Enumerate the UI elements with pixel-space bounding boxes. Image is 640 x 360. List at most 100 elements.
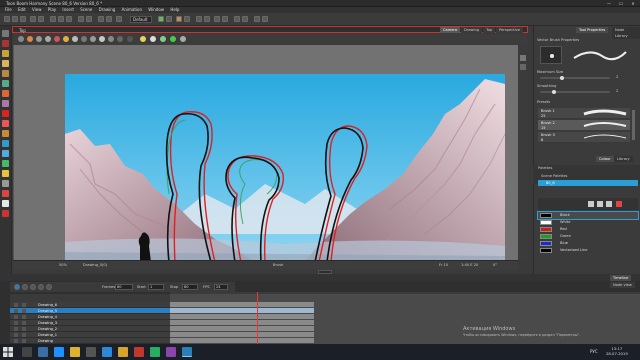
edge-icon[interactable] bbox=[54, 347, 64, 357]
new-scene-icon[interactable] bbox=[4, 16, 10, 22]
reference-tool-icon[interactable] bbox=[2, 210, 9, 217]
view-onion-icon[interactable] bbox=[140, 36, 146, 42]
start-icon[interactable] bbox=[2, 346, 14, 358]
import-icon[interactable] bbox=[78, 16, 84, 22]
layer-visibility-icon[interactable] bbox=[14, 321, 18, 325]
playback-icon[interactable] bbox=[254, 16, 260, 22]
layer-lock-icon[interactable] bbox=[22, 333, 26, 337]
layer-visibility-icon[interactable] bbox=[14, 303, 18, 307]
app-icon[interactable] bbox=[118, 347, 128, 357]
layer-visibility-icon[interactable] bbox=[14, 339, 18, 343]
tab-tool-properties[interactable]: Tool Properties bbox=[576, 27, 609, 33]
stop-field[interactable]: 60 bbox=[182, 284, 198, 290]
export-icon[interactable] bbox=[86, 16, 92, 22]
close-button[interactable]: ✕ bbox=[628, 1, 638, 6]
brush-tool-icon[interactable] bbox=[2, 50, 9, 57]
tab-node-library[interactable]: Node Library bbox=[612, 27, 640, 39]
app-icon[interactable] bbox=[134, 347, 144, 357]
view-contour-icon[interactable] bbox=[127, 36, 133, 42]
view-eraser-icon[interactable] bbox=[45, 36, 51, 42]
layer-lock-icon[interactable] bbox=[22, 315, 26, 319]
undo-icon[interactable] bbox=[30, 16, 36, 22]
layer-exposure[interactable] bbox=[170, 302, 314, 307]
layer-exposure[interactable] bbox=[170, 320, 314, 325]
playhead[interactable] bbox=[257, 292, 258, 344]
view-reset-icon[interactable] bbox=[520, 55, 526, 61]
palette-item[interactable]: 80_6 bbox=[538, 180, 638, 186]
loop-icon[interactable] bbox=[262, 16, 268, 22]
layer-lock-icon[interactable] bbox=[22, 303, 26, 307]
colour-swatch-row[interactable]: Black bbox=[537, 211, 639, 220]
paste-icon[interactable] bbox=[66, 16, 72, 22]
toon-boom-icon[interactable] bbox=[182, 347, 192, 357]
tab-perspective[interactable]: Perspective bbox=[496, 27, 523, 33]
rectangle-tool-icon[interactable] bbox=[2, 100, 9, 107]
eraser-tool-icon[interactable] bbox=[2, 80, 9, 87]
open-scene-icon[interactable] bbox=[12, 16, 18, 22]
zoom-level[interactable]: 50% bbox=[59, 263, 67, 267]
layer-exposure[interactable] bbox=[170, 314, 314, 319]
dropper-tool-icon[interactable] bbox=[2, 140, 9, 147]
cut-icon[interactable] bbox=[50, 16, 56, 22]
workspace-select[interactable]: Default bbox=[130, 16, 152, 23]
remove-colour-icon[interactable] bbox=[597, 201, 603, 207]
view-line-icon[interactable] bbox=[81, 36, 87, 42]
view-brush-icon[interactable] bbox=[27, 36, 33, 42]
tab-colour[interactable]: Colour bbox=[596, 156, 614, 162]
snap-icon[interactable] bbox=[234, 16, 240, 22]
scene-canvas[interactable] bbox=[65, 74, 505, 262]
rotate-cw-icon[interactable] bbox=[214, 16, 220, 22]
flip-h-icon[interactable] bbox=[196, 16, 202, 22]
view-light-table-icon[interactable] bbox=[150, 36, 156, 42]
redo-icon[interactable] bbox=[38, 16, 44, 22]
loop-icon[interactable] bbox=[30, 284, 36, 290]
tab-node-view[interactable]: Node view bbox=[610, 282, 635, 288]
view-select-icon[interactable] bbox=[18, 36, 24, 42]
presets-scrollbar[interactable] bbox=[632, 110, 635, 140]
pencil-tool-icon[interactable] bbox=[2, 60, 9, 67]
rotate-ccw-icon[interactable] bbox=[222, 16, 228, 22]
view-close-gap-icon[interactable] bbox=[72, 36, 78, 42]
layer-visibility-icon[interactable] bbox=[14, 333, 18, 337]
view-shape-icon[interactable] bbox=[90, 36, 96, 42]
view-grid-icon[interactable] bbox=[160, 36, 166, 42]
smoothing-slider[interactable] bbox=[540, 90, 610, 94]
text-tool-icon[interactable] bbox=[2, 70, 9, 77]
hand-tool-icon[interactable] bbox=[2, 180, 9, 187]
view-fit-icon[interactable] bbox=[520, 64, 526, 70]
frames-field[interactable]: 60 bbox=[115, 284, 133, 290]
max-size-slider[interactable] bbox=[540, 76, 610, 80]
search-icon[interactable] bbox=[22, 347, 32, 357]
contour-editor-icon[interactable] bbox=[2, 40, 9, 47]
smooth-tool-icon[interactable] bbox=[2, 170, 9, 177]
pencil-mode-icon[interactable] bbox=[166, 16, 172, 22]
app-icon[interactable] bbox=[150, 347, 160, 357]
paint-tool-icon[interactable] bbox=[2, 90, 9, 97]
light-table-icon[interactable] bbox=[184, 16, 190, 22]
rotate-view-icon[interactable] bbox=[2, 200, 9, 207]
layer-exposure[interactable] bbox=[170, 326, 314, 331]
brush-mode-icon[interactable] bbox=[158, 16, 164, 22]
view-cutter-icon[interactable] bbox=[108, 36, 114, 42]
view-mask-icon[interactable] bbox=[180, 36, 186, 42]
edit-colour-icon[interactable] bbox=[606, 201, 612, 207]
render-icon[interactable] bbox=[98, 16, 104, 22]
onion-skin-icon[interactable] bbox=[176, 16, 182, 22]
save-icon[interactable] bbox=[20, 16, 26, 22]
layer-visibility-icon[interactable] bbox=[14, 327, 18, 331]
maximize-button[interactable]: ☐ bbox=[616, 1, 626, 6]
layer-visibility-icon[interactable] bbox=[14, 309, 18, 313]
copy-icon[interactable] bbox=[58, 16, 64, 22]
view-fill-icon[interactable] bbox=[63, 36, 69, 42]
app-icon[interactable] bbox=[166, 347, 176, 357]
last-frame-icon[interactable] bbox=[38, 284, 44, 290]
preview-icon[interactable] bbox=[106, 16, 112, 22]
colour-swatch-row[interactable]: White bbox=[538, 219, 638, 226]
store-icon[interactable] bbox=[86, 347, 96, 357]
app-icon[interactable] bbox=[102, 347, 112, 357]
layer-lock-icon[interactable] bbox=[22, 309, 26, 313]
line-tool-icon[interactable] bbox=[2, 120, 9, 127]
layer-lock-icon[interactable] bbox=[22, 321, 26, 325]
tab-top[interactable]: Top bbox=[483, 27, 496, 33]
layer-visibility-icon[interactable] bbox=[14, 315, 18, 319]
